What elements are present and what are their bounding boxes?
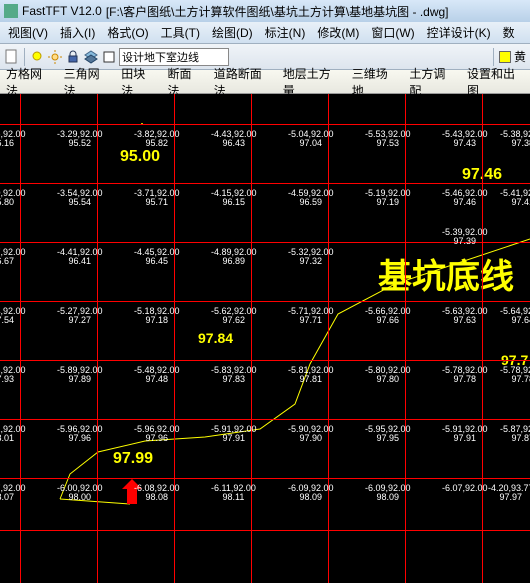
grid-node-label: -6.08,92.0098.08 [134,484,180,502]
grid-node-label: -5.43,92.0097.43 [442,130,488,148]
grid-node-label: -4.89,92.0096.89 [211,248,257,266]
grid-node-label: -5.71,92.0097.71 [288,307,334,325]
grid-line-h [0,124,530,125]
grid-node-label: -4.45,92.0096.45 [134,248,180,266]
grid-node-label: -6.09,92.0098.09 [365,484,411,502]
grid-line-v [174,94,175,583]
grid-line-h [0,360,530,361]
bulb-on-icon[interactable] [29,49,45,65]
grid-node-label: -6.11,92.0098.11 [211,484,256,502]
elev-anno-3: 97.84 [198,330,233,346]
grid-node-label: -5.96,92.0097.96 [134,425,180,443]
grid-node-label: -4.43,92.0096.43 [211,130,257,148]
layer-color-label[interactable]: 黄 [514,48,526,65]
grid-line-v [482,94,483,583]
menu-annotate[interactable]: 标注(N) [259,24,312,41]
grid-line-h [0,478,530,479]
grid-node-label: -5.78,92.0097.78 [500,366,530,384]
menu-insert[interactable]: 插入(I) [54,24,101,41]
grid-line-h [0,419,530,420]
menu-draw[interactable]: 绘图(D) [206,24,259,41]
grid-line-v [97,94,98,583]
menu-data[interactable]: 数 [497,24,521,41]
grid-node-label: -4.20,93.7797.97 [488,484,530,502]
grid-node-label: -4.67,92.0096.67 [0,248,26,266]
grid-node-label: -5.83,92.0097.83 [211,366,257,384]
grid-node-label: -5.39,92.0097.39 [442,228,488,246]
grid-node-label: -5.63,92.0097.63 [442,307,488,325]
menu-format[interactable]: 格式(O) [101,24,154,41]
grid-node-label: -5.54,92.0097.54 [0,307,26,325]
grid-node-label: -5.91,92.0097.91 [211,425,257,443]
grid-line-v [405,94,406,583]
grid-node-label: -5.81,92.0097.81 [288,366,334,384]
drawing-viewport[interactable]: 95.00 97.46 基坑底线 97.84 97.7 97.99 -4.16,… [0,94,530,583]
grid-node-label: -6.00,92.0098.00 [57,484,103,502]
grid-node-label: -5.90,92.0097.90 [288,425,334,443]
app-title: FastTFT V12.0 [22,4,102,18]
grid-node-label: -5.53,92.0097.53 [365,130,411,148]
grid-node-label: -3.82,92.0095.82 [134,130,180,148]
grid-node-label: -4.41,92.0096.41 [57,248,103,266]
sun-icon[interactable] [47,49,63,65]
menu-tools[interactable]: 工具(T) [155,24,206,41]
grid-line-h [0,530,530,531]
grid-node-label: -5.91,92.0097.91 [442,425,488,443]
file-path: [F:\客户图纸\土方计算软件图纸\基坑土方计算\基地基坑图 - .dwg] [106,3,449,20]
grid-line-v [20,94,21,583]
grid-node-label: -6.01,92.0098.01 [0,425,26,443]
grid-line-h [0,183,530,184]
grid-node-label: -5.46,92.0097.46 [442,189,488,207]
grid-node-label: -5.62,92.0097.62 [211,307,257,325]
grid-node-label: -3.29,92.0095.52 [57,130,103,148]
grid-node-label: -5.87,92.0097.87 [500,425,530,443]
grid-node-label: -5.18,92.0097.18 [134,307,180,325]
menu-window[interactable]: 窗口(W) [365,24,420,41]
pit-bottom-label: 基坑底线 [378,249,514,298]
grid-node-label: -5.80,92.0097.80 [365,366,411,384]
grid-line-h [0,301,530,302]
menu-view[interactable]: 视图(V) [2,24,54,41]
lock-icon[interactable] [65,49,81,65]
grid-node-label: -4.15,92.0096.15 [211,189,257,207]
grid-node-label: -6.07,92.0098.07 [0,484,26,502]
grid-node-label: -3.71,92.0095.71 [134,189,180,207]
grid-line-v [251,94,252,583]
titlebar: FastTFT V12.0 [F:\客户图纸\土方计算软件图纸\基坑土方计算\基… [0,0,530,22]
grid-node-label: -5.95,92.0097.95 [365,425,411,443]
design-command-input[interactable] [119,48,229,66]
grid-node-label: -5.78,92.0097.78 [442,366,488,384]
grid-node-label: -4.59,92.0096.59 [288,189,334,207]
menu-kzdesign[interactable]: 控详设计(K) [421,24,497,41]
grid-node-label: -4.16,92.0096.16 [0,130,26,148]
grid-node-label: -5.64,92.0097.64 [500,307,530,325]
menubar: 视图(V) 插入(I) 格式(O) 工具(T) 绘图(D) 标注(N) 修改(M… [0,22,530,44]
grid-node-label: -3.54,92.0095.54 [57,189,103,207]
grid-node-label: -5.89,92.0097.89 [57,366,103,384]
menu-modify[interactable]: 修改(M) [311,24,365,41]
grid-node-label: -5.19,92.0097.19 [365,189,411,207]
new-icon[interactable] [4,49,20,65]
app-icon [4,4,18,18]
layers-icon[interactable] [83,49,99,65]
grid-node-label: -5.27,92.0097.27 [57,307,103,325]
red-marker [0,94,530,583]
grid-node-label: -5.66,92.0097.66 [365,307,411,325]
grid-line-v [328,94,329,583]
grid-node-label: -5.96,92.0097.96 [57,425,103,443]
elev-anno-1: 95.00 [120,148,160,166]
square-icon[interactable] [101,49,117,65]
grid-node-label: -5.93,92.0097.93 [0,366,26,384]
grid-node-label: -3.80,92.0095.80 [0,189,26,207]
grid-node-label: -5.04,92.0097.04 [288,130,334,148]
grid-node-label: -6.09,92.0098.09 [288,484,334,502]
grid-node-label: -5.38,92.0097.38 [500,130,530,148]
grid-node-label: -5.32,92.0097.32 [288,248,334,266]
grid-node-label: -6.07,92.00 [442,484,488,493]
grid-node-label: -5.41,92.0097.41 [500,189,530,207]
elev-anno-5: 97.99 [113,450,153,468]
grid-node-label: -5.48,92.0097.48 [134,366,180,384]
layer-color-swatch[interactable] [499,51,511,63]
tabbar: 方格网法 三角网法 田块法 断面法 道路断面法 地层土方量 三维场地 土方调配 … [0,70,530,94]
